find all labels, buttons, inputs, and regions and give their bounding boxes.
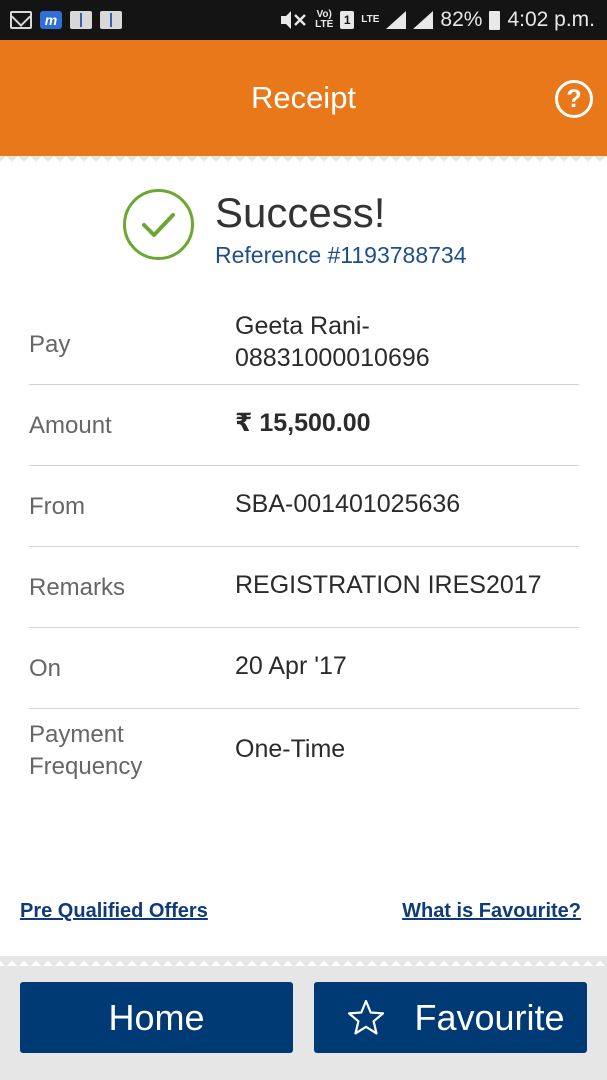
favourite-button-label: Favourite: [414, 996, 565, 1038]
mail-icon: [10, 11, 32, 29]
detail-row-pay: Pay Geeta Rani- 08831000010696: [29, 300, 579, 385]
pay-value-account: 08831000010696: [235, 344, 430, 372]
volte-icon: Vo) LTE: [315, 10, 333, 30]
pay-label: Pay: [29, 331, 71, 358]
from-label: From: [29, 493, 85, 520]
detail-row-remarks: Remarks REGISTRATION IRES2017: [29, 547, 579, 628]
pay-value-name: Geeta Rani-: [235, 312, 370, 340]
lte-signal-icon: LTE: [361, 15, 379, 25]
pre-qualified-offers-link[interactable]: Pre Qualified Offers: [20, 900, 208, 923]
volte-bottom-text: LTE: [315, 19, 334, 30]
system-status: Vo) LTE 1 LTE 82% 4:02 p.m.: [278, 8, 595, 32]
home-button-label: Home: [108, 996, 205, 1038]
book-icon: [70, 11, 92, 29]
remarks-label: Remarks: [29, 574, 126, 601]
mobile-banking-app-icon: m: [40, 11, 62, 29]
date-value: 20 Apr '17: [235, 652, 347, 680]
notification-icons: m: [10, 11, 122, 29]
receipt-edge-bottom: [0, 956, 607, 966]
battery-percent: 82%: [440, 8, 483, 31]
detail-row-from: From SBA-001401025636: [29, 466, 579, 547]
remarks-value: REGISTRATION IRES2017: [235, 571, 542, 599]
signal-icon: [413, 11, 434, 29]
amount-value: ₹ 15,500.00: [235, 409, 371, 437]
date-label: On: [29, 655, 62, 682]
signal-icon: [386, 11, 407, 29]
lte-text: LTE: [361, 14, 380, 25]
home-button[interactable]: Home: [20, 982, 293, 1053]
pay-value: Geeta Rani- 08831000010696: [235, 310, 430, 374]
frequency-label-line2: Frequency: [29, 753, 143, 780]
detail-row-amount: Amount ₹ 15,500.00: [29, 385, 579, 466]
frequency-label: Payment Frequency: [29, 719, 142, 783]
detail-row-frequency: Payment Frequency One-Time: [29, 709, 579, 799]
from-value: SBA-001401025636: [235, 490, 461, 518]
star-outline-icon: [348, 999, 385, 1034]
what-is-favourite-link[interactable]: What is Favourite?: [402, 900, 581, 923]
battery-icon: [489, 10, 501, 30]
detail-row-date: On 20 Apr '17: [29, 628, 579, 709]
help-icon[interactable]: ?: [555, 80, 593, 118]
favourite-button[interactable]: Favourite: [314, 982, 587, 1053]
page-title: Receipt: [250, 80, 357, 115]
frequency-value: One-Time: [235, 735, 346, 763]
amount-label: Amount: [29, 412, 112, 439]
sim-icon: 1: [340, 11, 355, 29]
app-bar: Receipt ?: [0, 40, 607, 157]
receipt-details: Pay Geeta Rani- 08831000010696 Amount ₹ …: [29, 300, 579, 799]
check-circle-icon: [123, 189, 194, 260]
book-icon: [100, 11, 122, 29]
reference-number: Reference #1193788734: [215, 242, 467, 268]
mute-icon: [281, 11, 306, 29]
status-bar: m Vo) LTE 1 LTE 82% 4:02 p.m.: [0, 0, 607, 40]
success-title: Success!: [215, 189, 386, 236]
frequency-label-line1: Payment: [29, 721, 124, 748]
clock: 4:02 p.m.: [507, 8, 595, 31]
receipt-edge-top: [0, 156, 607, 168]
